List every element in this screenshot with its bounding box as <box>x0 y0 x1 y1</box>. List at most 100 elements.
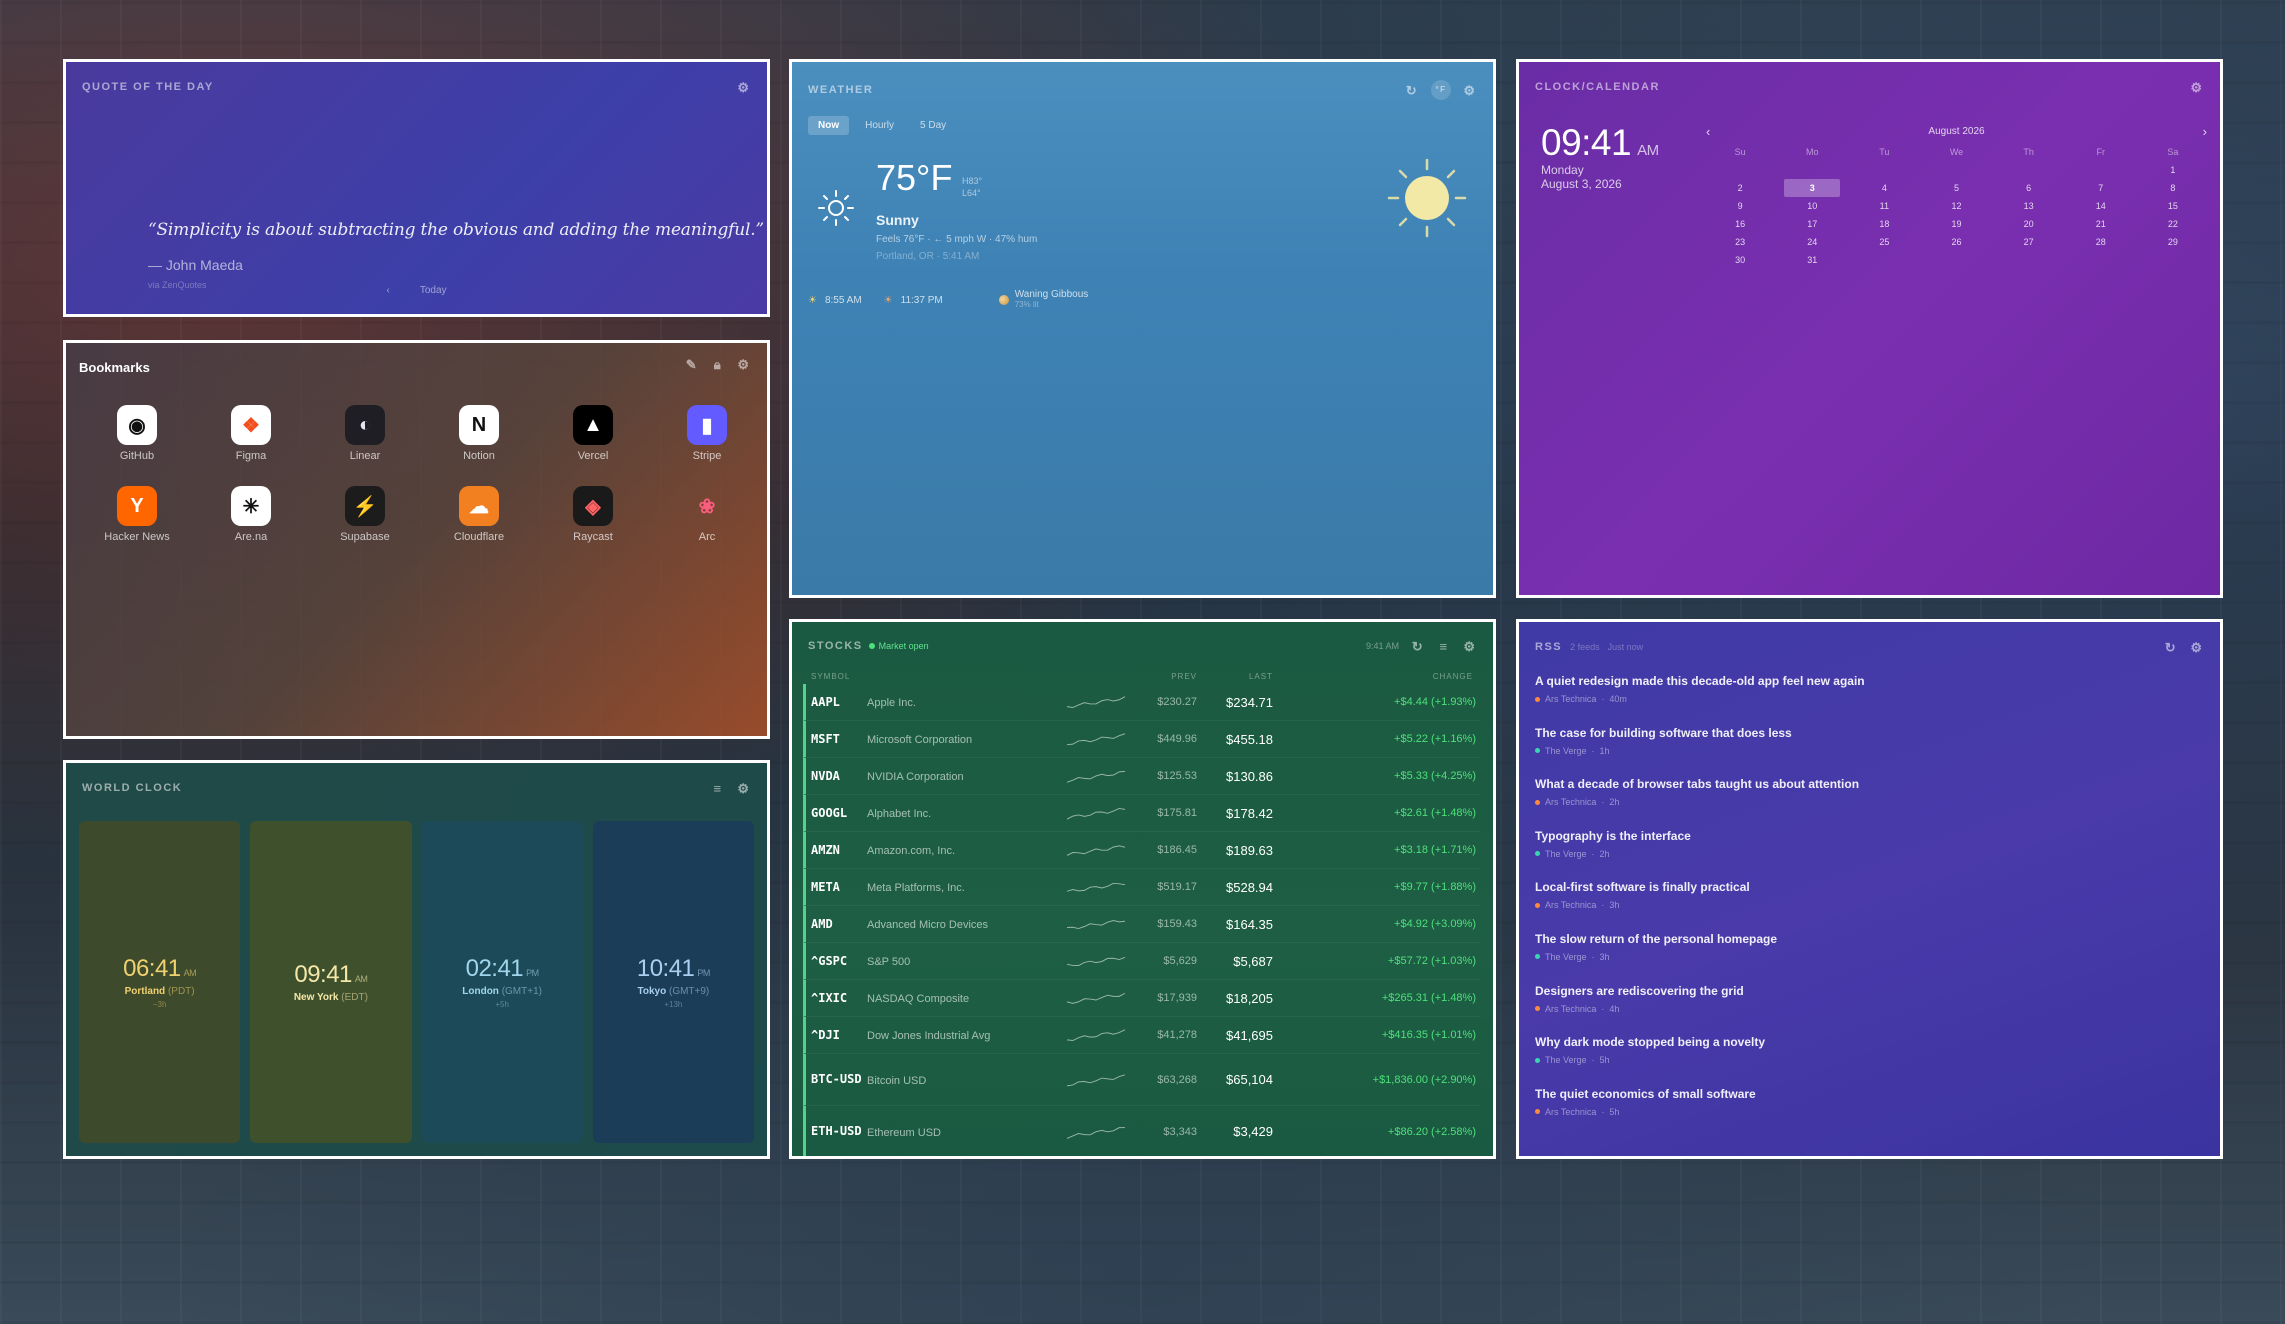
calendar-day[interactable]: 22 <box>2137 215 2209 233</box>
bookmark-supabase[interactable]: ⚡ Supabase <box>308 486 422 543</box>
rss-item-title[interactable]: Typography is the interface <box>1535 829 2204 843</box>
rss-item-title[interactable]: What a decade of browser tabs taught us … <box>1535 777 2204 791</box>
calendar-day[interactable]: 31 <box>1776 251 1848 269</box>
table-row[interactable]: NVDA NVIDIA Corporation $125.53 $130.86 +$5.… <box>803 758 1481 795</box>
calendar-day[interactable]: 26 <box>1920 233 1992 251</box>
calendar-day[interactable]: 21 <box>2065 215 2137 233</box>
calendar-day[interactable]: 13 <box>1993 197 2065 215</box>
feed-dot-icon <box>1535 799 1540 805</box>
calendar-day[interactable]: 4 <box>1848 179 1920 197</box>
gear-icon[interactable]: ⚙ <box>737 80 751 94</box>
quote-prev-button[interactable]: ‹ <box>386 285 389 296</box>
list-icon[interactable]: ≡ <box>711 781 725 795</box>
calendar-day[interactable]: 6 <box>1993 179 2065 197</box>
bookmark-figma[interactable]: ❖ Figma <box>194 405 308 462</box>
calendar-day[interactable]: 16 <box>1704 215 1776 233</box>
rss-item[interactable]: Local-first software is finally practica… <box>1535 880 2204 932</box>
rss-item[interactable]: Designers are rediscovering the grid Ars … <box>1535 984 2204 1036</box>
rss-item[interactable]: Typography is the interface The Verge · 2h <box>1535 829 2204 881</box>
table-row[interactable]: AMZN Amazon.com, Inc. $186.45 $189.63 +$3.18… <box>803 832 1481 869</box>
calendar-day[interactable]: 29 <box>2137 233 2209 251</box>
quote-today-button[interactable]: Today <box>420 285 447 296</box>
gear-icon[interactable]: ⚙ <box>2190 640 2204 654</box>
calendar-day[interactable]: 2 <box>1704 179 1776 197</box>
rss-item-title[interactable]: The slow return of the personal homepage <box>1535 932 2204 946</box>
rss-item[interactable]: The slow return of the personal homepage… <box>1535 932 2204 984</box>
bookmark-vercel[interactable]: ▲ Vercel <box>536 405 650 462</box>
gear-icon[interactable]: ⚙ <box>2190 80 2204 94</box>
calendar-day[interactable]: 15 <box>2137 197 2209 215</box>
table-row[interactable]: META Meta Platforms, Inc. $519.17 $528.94 +$… <box>803 869 1481 906</box>
calendar-day[interactable]: 9 <box>1704 197 1776 215</box>
table-row[interactable]: ^IXIC NASDAQ Composite $17,939 $18,205 +$265… <box>803 980 1481 1017</box>
rss-item-title[interactable]: A quiet redesign made this decade-old ap… <box>1535 674 2204 688</box>
bookmark-github[interactable]: ◉ GitHub <box>80 405 194 462</box>
table-row[interactable]: AMD Advanced Micro Devices $159.43 $164.35 +… <box>803 906 1481 943</box>
calendar-prev-button[interactable]: ‹ <box>1706 124 1710 139</box>
bookmark-linear[interactable]: ◐ Linear <box>308 405 422 462</box>
calendar-day[interactable]: 30 <box>1704 251 1776 269</box>
table-row[interactable]: ^DJI Dow Jones Industrial Avg $41,278 $41,6… <box>803 1017 1481 1054</box>
calendar-day[interactable]: 1 <box>2137 161 2209 179</box>
calendar-day[interactable]: 25 <box>1848 233 1920 251</box>
rss-item-title[interactable]: Why dark mode stopped being a novelty <box>1535 1035 2204 1049</box>
rss-item-title[interactable]: Designers are rediscovering the grid <box>1535 984 2204 998</box>
rss-item[interactable]: A quiet redesign made this decade-old ap… <box>1535 674 2204 726</box>
edit-icon[interactable]: ✎ <box>685 357 699 371</box>
calendar-day[interactable]: 24 <box>1776 233 1848 251</box>
tab-5-day[interactable]: 5 Day <box>910 116 956 135</box>
bookmark-stripe[interactable]: ▮ Stripe <box>650 405 764 462</box>
calendar-day[interactable]: 5 <box>1920 179 1992 197</box>
rss-item[interactable]: The case for building software that does… <box>1535 726 2204 778</box>
calendar-day[interactable]: 7 <box>2065 179 2137 197</box>
tab-now[interactable]: Now <box>808 116 850 135</box>
bookmark-raycast[interactable]: ◈ Raycast <box>536 486 650 543</box>
table-row[interactable]: MSFT Microsoft Corporation $449.96 $455.18 +… <box>803 721 1481 758</box>
table-row[interactable]: AAPL Apple Inc. $230.27 $234.71 +$4.44 (+1.9… <box>803 684 1481 721</box>
world-clock-card-tokyo: 10:41 PM Tokyo (GMT+9) +13h <box>592 821 754 1143</box>
list-icon[interactable]: ≡ <box>1437 639 1451 653</box>
calendar-day[interactable]: 19 <box>1920 215 1992 233</box>
rss-item[interactable]: What a decade of browser tabs taught us … <box>1535 777 2204 829</box>
calendar-day[interactable]: 20 <box>1993 215 2065 233</box>
table-row[interactable]: GOOGL Alphabet Inc. $175.81 $178.42 +$2.61 (… <box>803 795 1481 832</box>
calendar-day[interactable]: 17 <box>1776 215 1848 233</box>
table-row[interactable]: ^GSPC S&P 500 $5,629 $5,687 +$57.72 (+1.03%) <box>803 943 1481 980</box>
rss-item-title[interactable]: The case for building software that does… <box>1535 726 2204 740</box>
refresh-icon[interactable]: ↻ <box>2164 640 2178 654</box>
rss-item[interactable]: Why dark mode stopped being a novelty The… <box>1535 1035 2204 1087</box>
bookmark-arc[interactable]: ❀ Arc <box>650 486 764 544</box>
calendar-day[interactable]: 27 <box>1993 233 2065 251</box>
bookmark-hacker-news[interactable]: Y Hacker News <box>80 486 194 543</box>
table-row[interactable]: BTC-USD Bitcoin USD $63,268 $65,104 +$1,836.… <box>803 1054 1481 1106</box>
rss-item-title[interactable]: The quiet economics of small software <box>1535 1087 2204 1101</box>
calendar-day[interactable]: 18 <box>1848 215 1920 233</box>
stock-change: +$57.72 (+1.03%) <box>1387 955 1476 967</box>
table-row[interactable]: ETH-USD Ethereum USD $3,343 $3,429 +$86.20 (… <box>803 1106 1481 1156</box>
calendar-day[interactable]: 11 <box>1848 197 1920 215</box>
calendar-weekday-header: Fr <box>2096 147 2106 157</box>
bookmark-notion[interactable]: N Notion <box>422 405 536 462</box>
refresh-icon[interactable]: ↻ <box>1405 83 1419 97</box>
bookmark-cloudflare[interactable]: ☁ Cloudflare <box>422 486 536 543</box>
rss-item-title[interactable]: Local-first software is finally practica… <box>1535 880 2204 894</box>
calendar-day[interactable]: 14 <box>2065 197 2137 215</box>
calendar-next-button[interactable]: › <box>2203 124 2207 139</box>
calendar-day[interactable]: 12 <box>1920 197 1992 215</box>
rss-item[interactable]: The quiet economics of small software Ars… <box>1535 1087 2204 1139</box>
gear-icon[interactable]: ⚙ <box>1463 639 1477 653</box>
calendar-day[interactable]: 8 <box>2137 179 2209 197</box>
refresh-icon[interactable]: ↻ <box>1411 639 1425 653</box>
unit-toggle-button[interactable]: °F <box>1431 80 1451 100</box>
gear-icon[interactable]: ⚙ <box>737 357 751 371</box>
gear-icon[interactable]: ⚙ <box>1463 83 1477 97</box>
lock-icon[interactable]: 🔒︎ <box>711 357 725 371</box>
tab-hourly[interactable]: Hourly <box>855 116 904 135</box>
calendar-day[interactable]: 28 <box>2065 233 2137 251</box>
bookmark-are-na[interactable]: ✳ Are.na <box>194 486 308 543</box>
calendar-day[interactable]: 10 <box>1776 197 1848 215</box>
gear-icon[interactable]: ⚙ <box>737 781 751 795</box>
stock-symbol: GOOGL <box>811 805 848 820</box>
calendar-day-today[interactable]: 3 <box>1784 179 1841 197</box>
calendar-day[interactable]: 23 <box>1704 233 1776 251</box>
